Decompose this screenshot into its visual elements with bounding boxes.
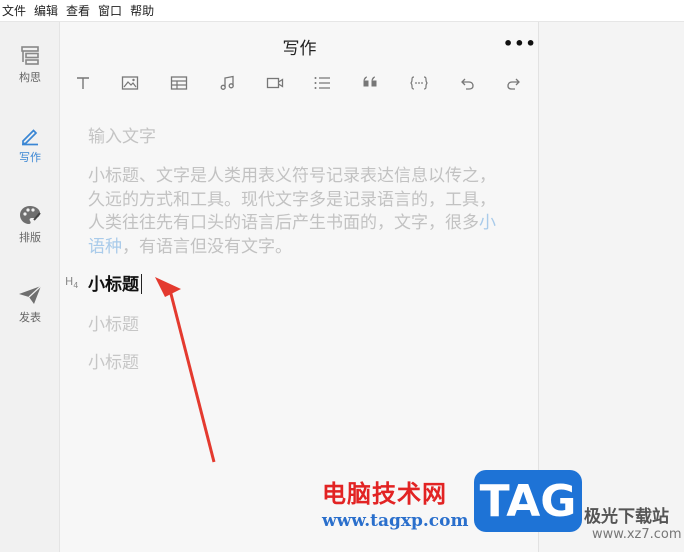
watermark-logo: TAG: [474, 470, 582, 532]
annotation-arrow: [155, 277, 216, 463]
watermark-url: www.tagxp.com: [322, 511, 469, 531]
watermark-text: 电脑技术网: [322, 480, 447, 508]
watermark-site-url: www.xz7.com: [592, 527, 682, 542]
watermark-site: 极光下载站: [584, 507, 669, 527]
